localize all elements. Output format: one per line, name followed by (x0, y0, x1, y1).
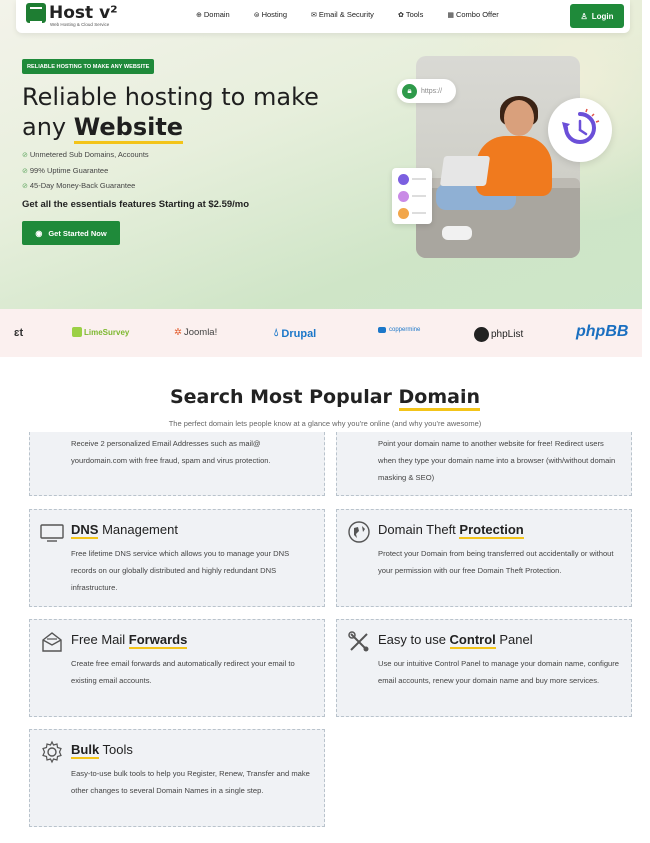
card-description: Easy-to-use bulk tools to help you Regis… (71, 769, 310, 795)
partner-logo-drupal: 💧︎ Drupal (274, 327, 317, 340)
globe-shield-icon (347, 520, 371, 544)
monitor-icon (40, 521, 64, 545)
feature-card-theft-protection: Domain Theft Protection Protect your Dom… (336, 509, 632, 607)
gear-icon (40, 740, 64, 764)
card-title: Free Mail Forwards (71, 632, 188, 649)
get-started-button[interactable]: ◉ Get Started Now (22, 221, 120, 245)
card-title: Easy to use Control Panel (378, 632, 533, 649)
user-icon: ♙ (580, 11, 588, 21)
card-title: Domain Theft Protection (378, 522, 524, 539)
mail-tray-icon (40, 630, 64, 654)
feature-card-email: Receive 2 personalized Email Addresses s… (29, 432, 325, 496)
card-description: Free lifetime DNS service which allows y… (71, 549, 290, 592)
feature-card-bulk-tools: Bulk Tools Easy-to-use bulk tools to hel… (29, 729, 325, 827)
card-description: Receive 2 personalized Email Addresses s… (71, 439, 271, 465)
gift-icon: ▦ (447, 11, 454, 19)
menu-item-email-security[interactable]: ✉ Email & Security (311, 10, 374, 19)
url-pill: 🔒︎ https:// (397, 79, 456, 103)
feature-item: ⊘ 45-Day Money-Back Guarantee (22, 181, 136, 190)
globe-icon: ⊕ (196, 11, 202, 19)
menu-item-combo-offer[interactable]: ▦ Combo Offer (447, 10, 498, 19)
hero-title-highlight: Website (73, 113, 184, 144)
partner-logo-phpbb: phpBB (576, 323, 629, 340)
hero-badge: RELIABLE HOSTING TO MAKE ANY WEBSITE (22, 59, 155, 74)
card-description: Protect your Domain from being transferr… (378, 549, 614, 575)
hero-title: Reliable hosting to make any Website (22, 82, 319, 144)
logo-tagline: Web Hosting & Cloud Service (50, 22, 110, 27)
status-card (392, 168, 432, 224)
eye-icon: ◉ (35, 228, 43, 238)
clock-icon (548, 98, 612, 162)
card-title: DNS Management (71, 522, 178, 539)
card-title: Bulk Tools (71, 742, 133, 759)
partner-logo-joomla: ✲ Joomla! (174, 327, 218, 338)
lock-icon: 🔒︎ (402, 83, 417, 99)
feature-card-dns: DNS Management Free lifetime DNS service… (29, 509, 325, 607)
card-description: Create free email forwards and automatic… (71, 659, 295, 685)
gear-icon: ✿ (397, 11, 404, 19)
menu-item-domain[interactable]: ⊕ Domain (196, 10, 230, 19)
menu-item-tools[interactable]: ✿ Tools (398, 10, 423, 19)
top-navbar: Host v² Web Hosting & Cloud Service ⊕ Dom… (16, 0, 630, 33)
z-logo-icon (26, 3, 46, 23)
hero-title-line1: Reliable hosting to make (22, 83, 319, 111)
card-description: Point your domain name to another websit… (378, 439, 616, 482)
login-button[interactable]: ♙ Login (570, 4, 624, 28)
database-icon: ⊜ (253, 11, 260, 19)
partner-logo-coppermine: coppermine (378, 327, 420, 333)
main-menu: ⊕ Domain ⊜ Hosting ✉ Email & Security ✿ Tool… (196, 10, 523, 19)
pricing-text: Get all the essentials features Starting… (22, 199, 250, 210)
partner-logo-phplist: phpList (474, 327, 523, 342)
feature-card-control-panel: Easy to use Control Panel Use our intuit… (336, 619, 632, 717)
wrench-screwdriver-icon (347, 630, 371, 654)
card-description: Use our intuitive Control Panel to manag… (378, 659, 620, 685)
feature-card-domain-forwarding: Point your domain name to another websit… (336, 432, 632, 496)
partner-logo-limesurvey: LimeSurvey (72, 327, 129, 337)
hero-title-prefix: any (22, 113, 74, 141)
check-circle-icon: ⊘ (22, 167, 28, 175)
partner-logo-partial: ɛt (14, 327, 24, 339)
site-logo[interactable]: Host v² Web Hosting & Cloud Service (26, 2, 118, 27)
logo-text: Host v² (49, 2, 118, 23)
hero-section: RELIABLE HOSTING TO MAKE ANY WEBSITE Rel… (0, 0, 642, 309)
menu-item-hosting[interactable]: ⊜ Hosting (254, 10, 287, 19)
section-title: Search Most Popular Domain (0, 386, 650, 411)
feature-item: ⊘ Unmetered Sub Domains, Accounts (22, 150, 149, 159)
mail-icon: ✉ (311, 11, 317, 19)
check-circle-icon: ⊘ (22, 152, 28, 159)
hero-title-line2: any Website (22, 112, 319, 144)
feature-card-mail-forwards: Free Mail Forwards Create free email for… (29, 619, 325, 717)
feature-item: ⊘ 99% Uptime Guarantee (22, 165, 109, 175)
check-circle-icon: ⊘ (22, 183, 28, 190)
feature-list: ⊘ Unmetered Sub Domains, Accounts ⊘ 99% Up… (22, 148, 149, 195)
partner-logo-strip: ɛt LimeSurvey ✲ Joomla! 💧︎ Drupal coppermi… (0, 309, 642, 357)
section-subtitle: The perfect domain lets people know at a… (168, 419, 482, 428)
